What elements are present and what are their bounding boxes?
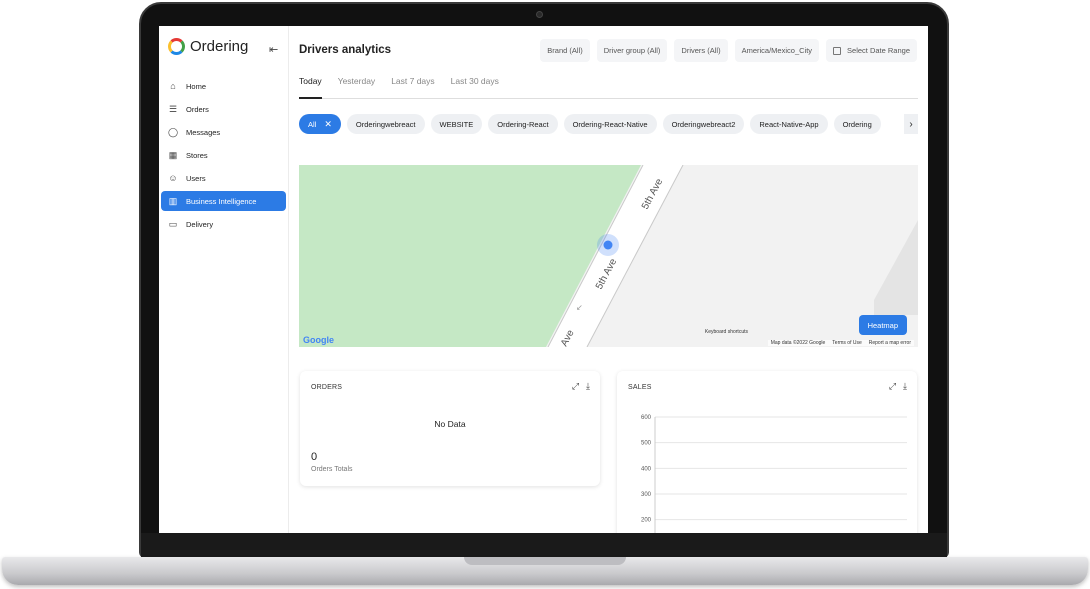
google-logo: Google [303,335,334,345]
sidebar-item-orders[interactable]: ☰ Orders [161,99,286,119]
app-chip[interactable]: Orderingwebreact2 [662,114,745,134]
list-icon: ☰ [168,103,178,114]
sidebar-item-label: Business Intelligence [186,196,257,206]
tab-today[interactable]: Today [299,76,322,99]
y-tick-label: 200 [641,518,652,524]
download-icon[interactable]: ⤓ [586,381,590,392]
truck-icon: ▭ [168,218,178,229]
users-icon: ☺ [168,173,178,183]
y-tick-label: 500 [641,441,652,447]
app-logo[interactable]: Ordering [168,38,248,55]
sidebar-item-label: Messages [186,127,221,137]
sidebar-item-label: Users [186,173,206,183]
app-chip[interactable]: Ordering [833,114,881,134]
y-tick-label: 600 [641,415,652,421]
app-chip[interactable]: WEBSITE [430,114,483,134]
chip-label: React-Native-App [759,119,819,129]
chip-label: WEBSITE [439,119,474,129]
expand-icon[interactable]: ⤢ [572,381,579,392]
calendar-icon [833,46,842,55]
orders-card: ORDERS ⤢ ⤓ No Data 0 Orders Totals [300,371,600,486]
orders-total-value: 0 [311,451,318,463]
sidebar-item-label: Orders [186,104,209,114]
timezone-filter-button[interactable]: America/Mexico_City [734,39,820,62]
chip-label: All [308,119,317,129]
laptop-mockup: Ordering ⇤ ⌂ Home ☰ Orders ◯ Messages ▦ Stores ☺… [0,0,1090,589]
chat-icon: ◯ [167,126,179,137]
bar-chart-icon: ▥ [168,195,178,206]
sidebar-item-label: Stores [186,150,208,160]
filter-bar: Brand (All) Driver group (All) Drivers (… [533,39,917,62]
sidebar-item-label: Home [186,81,207,91]
sidebar-item-delivery[interactable]: ▭ Delivery [161,214,286,234]
report-error-link[interactable]: Report a map error [869,340,911,346]
chip-label: Ordering [842,119,872,129]
sidebar: Ordering ⇤ ⌂ Home ☰ Orders ◯ Messages ▦ Stores ☺… [159,26,289,533]
tab-last-30-days[interactable]: Last 30 days [451,76,499,99]
app-filter-chips: All ✕ Orderingwebreact WEBSITE Ordering-Reac… [299,114,918,134]
period-tabs: Today Yesterday Last 7 days Last 30 days [299,76,918,99]
drivers-filter-button[interactable]: Drivers (All) [674,39,728,62]
sales-card: SALES ⤢ ⤓ 600500400300200100 [617,371,917,533]
chevron-right-icon[interactable]: › [904,114,918,134]
sidebar-nav: ⌂ Home ☰ Orders ◯ Messages ▦ Stores ☺ Users ▥ Busin… [161,76,286,237]
page-title: Drivers analytics [299,44,392,56]
chip-label: Orderingwebreact [355,119,416,129]
brand-filter-button[interactable]: Brand (All) [540,39,590,62]
close-icon[interactable]: ✕ [324,119,332,130]
terms-link[interactable]: Terms of Use [832,340,861,346]
y-tick-label: 400 [641,466,652,472]
store-icon: ▦ [168,149,178,160]
y-tick-label: 300 [641,492,652,498]
app-chip[interactable]: Ordering-React-Native [563,114,657,134]
tab-yesterday[interactable]: Yesterday [338,76,376,99]
building [874,220,918,315]
chip-label: Orderingwebreact2 [671,119,736,129]
tab-last-7-days[interactable]: Last 7 days [391,76,434,99]
road-arrow-icon: ↙ [576,303,583,312]
app-screen: Ordering ⇤ ⌂ Home ☰ Orders ◯ Messages ▦ Stores ☺… [159,26,928,533]
chip-label: Ordering-React-Native [572,119,648,129]
empty-state-text: No Data [434,419,466,429]
app-chip[interactable]: Orderingwebreact [346,114,425,134]
app-chip[interactable]: Ordering-React [488,114,558,134]
home-icon: ⌂ [170,81,176,91]
date-range-button[interactable]: Select Date Range [826,39,917,62]
sidebar-item-business-intelligence[interactable]: ▥ Business Intelligence [161,191,286,211]
driver-map[interactable]: 5th Ave 5th Ave Ave ↙ Google Keyboard sh… [299,165,918,347]
orders-total-label: Orders Totals [311,466,353,473]
map-data-text: Map data ©2022 Google [770,340,826,346]
heatmap-button[interactable]: Heatmap [858,315,907,335]
laptop-hinge [141,533,947,558]
brand-name: Ordering [190,38,249,55]
sidebar-item-home[interactable]: ⌂ Home [161,76,286,96]
chip-all[interactable]: All ✕ [299,114,341,134]
app-chip[interactable]: React-Native-App [750,114,828,134]
collapse-sidebar-icon[interactable]: ⇤ [269,43,278,56]
webcam [536,11,543,18]
sidebar-item-users[interactable]: ☺ Users [161,168,286,188]
keyboard-shortcuts-link[interactable]: Keyboard shortcuts [705,329,748,335]
sidebar-item-stores[interactable]: ▦ Stores [161,145,286,165]
orders-card-title: ORDERS [311,384,343,391]
sidebar-item-messages[interactable]: ◯ Messages [161,122,286,142]
logo-icon [168,38,185,55]
driver-group-filter-button[interactable]: Driver group (All) [596,39,668,62]
map-attribution: Map data ©2022 Google Terms of Use Repor… [767,340,914,346]
sidebar-item-label: Delivery [186,219,214,229]
chip-label: Ordering-React [497,119,549,129]
date-range-label: Select Date Range [847,46,910,55]
sales-chart: 600500400300200100 [641,415,907,533]
laptop-notch [464,557,626,565]
map-canvas: 5th Ave 5th Ave Ave ↙ [299,165,918,347]
driver-location-pin[interactable] [603,240,613,250]
